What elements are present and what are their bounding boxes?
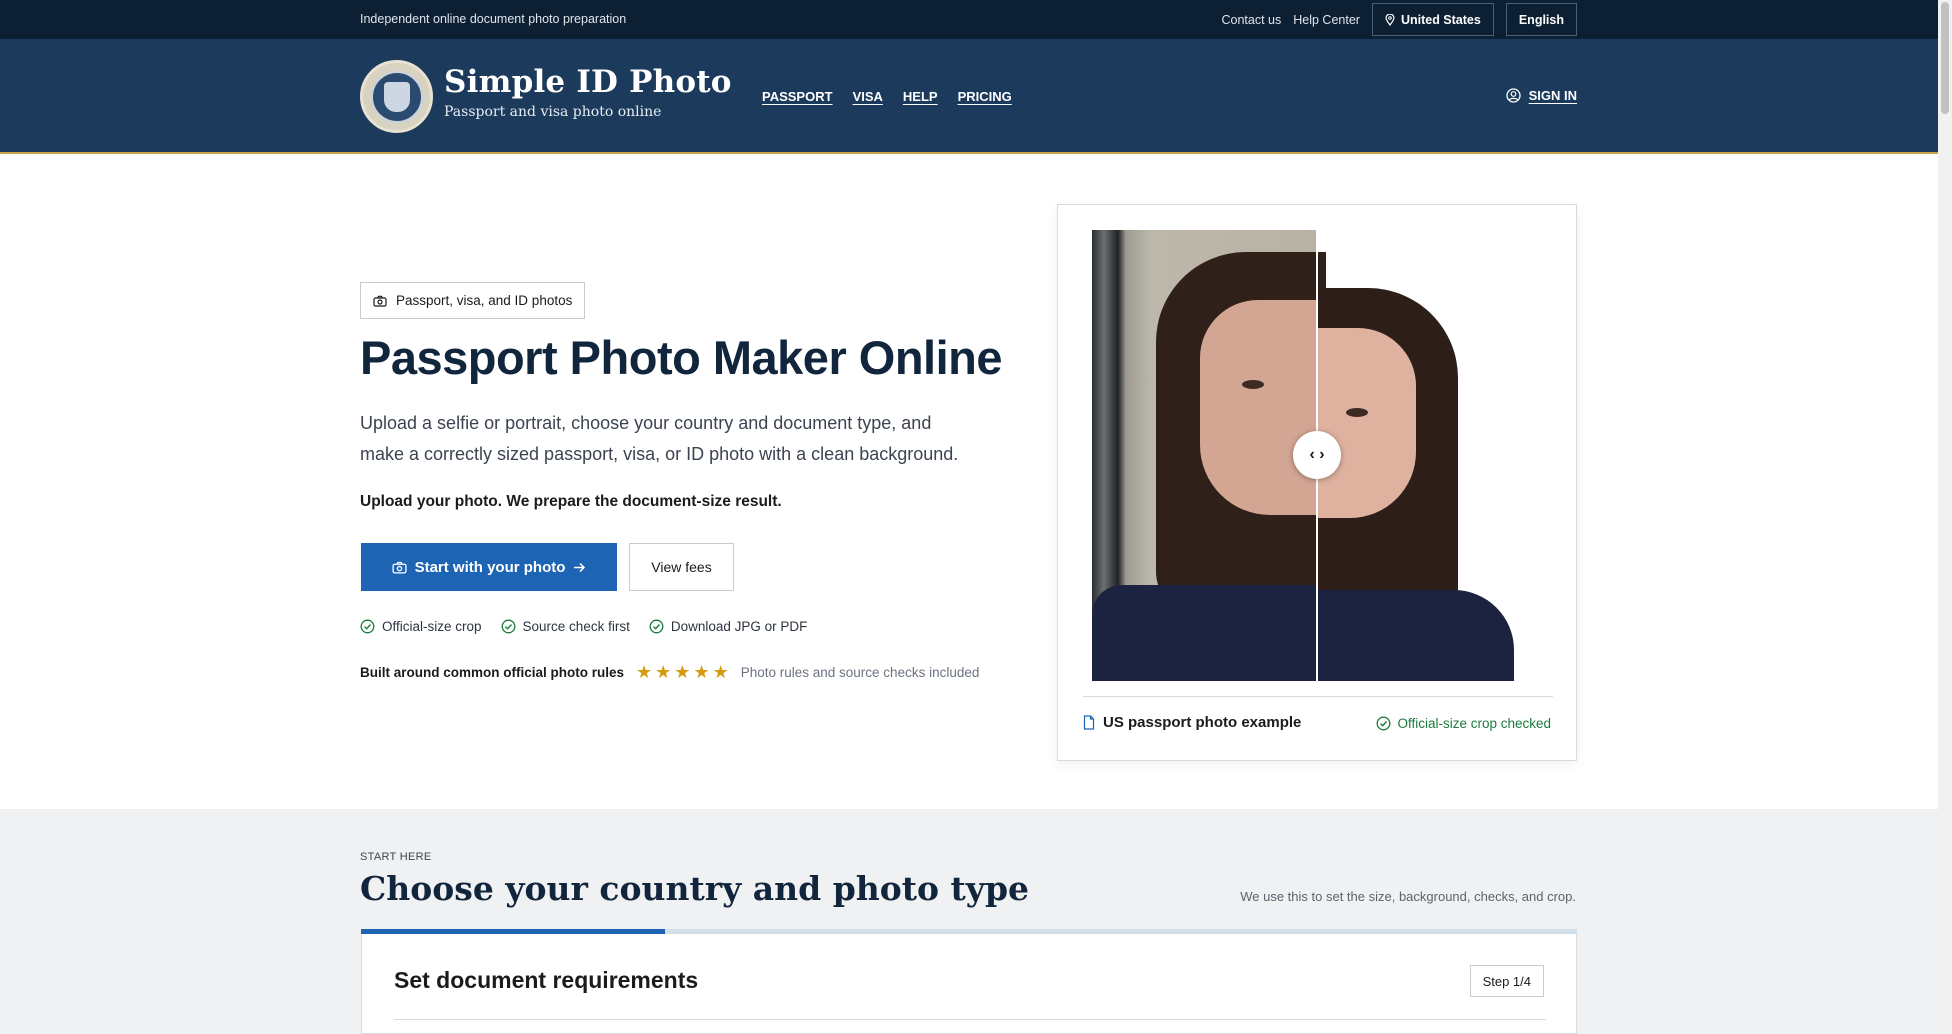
hero-description: Upload a selfie or portrait, choose your… <box>360 413 959 464</box>
section-eyebrow: START HERE <box>360 851 432 863</box>
contact-link[interactable]: Contact us <box>1221 13 1281 27</box>
page-title: Passport Photo Maker Online <box>360 331 1003 384</box>
brand-subtitle: Passport and visa photo online <box>444 104 662 120</box>
country-selector[interactable]: United States <box>1371 3 1494 36</box>
language-selector[interactable]: English <box>1505 3 1577 36</box>
check-item: Source check first <box>501 619 630 634</box>
page-scrollbar[interactable] <box>1938 0 1952 1034</box>
star-icon: ★ <box>655 662 672 682</box>
nav-help[interactable]: HELP <box>903 89 938 104</box>
hero-highlight: Upload your photo. We prepare the docume… <box>360 493 782 510</box>
feature-checks: Official-size crop Source check first Do… <box>360 619 807 634</box>
star-icon: ★ <box>693 662 710 682</box>
section-hint: We use this to set the size, background,… <box>1240 889 1576 904</box>
language-label: English <box>1518 12 1564 27</box>
category-badge: Passport, visa, and ID photos <box>360 282 586 319</box>
check-label: Source check first <box>522 619 630 634</box>
logo-seal[interactable] <box>360 60 433 133</box>
rating-note: Photo rules and source checks included <box>740 664 980 680</box>
check-circle-icon <box>501 619 515 634</box>
step-indicator: Step 1/4 <box>1469 965 1544 997</box>
nav-passport[interactable]: PASSPORT <box>762 89 833 104</box>
start-button-label: Start with your photo <box>414 558 566 576</box>
pin-icon <box>1385 13 1395 26</box>
crop-status: Official-size crop checked <box>1376 716 1551 731</box>
nav-visa[interactable]: VISA <box>853 89 883 104</box>
crop-status-label: Official-size crop checked <box>1397 716 1551 731</box>
star-rating: ★ ★ ★ ★ ★ <box>636 663 729 681</box>
brand-name: Simple ID Photo <box>444 64 732 100</box>
scrollbar-thumb[interactable] <box>1941 2 1949 114</box>
rating-label: Built around common official photo rules <box>360 664 625 680</box>
start-with-photo-button[interactable]: Start with your photo <box>361 543 617 591</box>
top-utility-bar: Independent online document photo prepar… <box>0 0 1952 39</box>
check-label: Download JPG or PDF <box>670 619 808 634</box>
star-icon: ★ <box>674 662 691 682</box>
site-header: Simple ID Photo Passport and visa photo … <box>0 39 1952 154</box>
brand[interactable]: Simple ID Photo Passport and visa photo … <box>444 64 732 120</box>
badge-label: Passport, visa, and ID photos <box>396 293 573 308</box>
star-icon: ★ <box>712 662 729 682</box>
compare-handle[interactable]: ‹ › <box>1293 431 1341 479</box>
requirements-panel: Set document requirements Step 1/4 <box>361 934 1577 1034</box>
view-fees-button[interactable]: View fees <box>629 543 734 591</box>
check-circle-icon <box>649 619 664 634</box>
check-circle-icon <box>360 619 375 634</box>
photo-example-card: US passport photo example Official-size … <box>1057 204 1577 761</box>
section-title: Choose your country and photo type <box>360 869 1030 908</box>
help-center-link[interactable]: Help Center <box>1293 13 1360 27</box>
check-item: Official-size crop <box>360 619 482 634</box>
camera-icon <box>373 295 387 307</box>
photo-caption: US passport photo example <box>1083 714 1301 731</box>
camera-icon <box>392 561 407 573</box>
rating-row: Built around common official photo rules… <box>360 663 979 681</box>
check-label: Official-size crop <box>382 619 482 634</box>
sign-in-link[interactable]: SIGN IN <box>1505 88 1577 103</box>
panel-title: Set document requirements <box>394 967 699 993</box>
star-icon: ★ <box>636 662 653 682</box>
document-icon <box>1083 715 1095 730</box>
check-item: Download JPG or PDF <box>649 619 808 634</box>
nav-pricing[interactable]: PRICING <box>958 89 1012 104</box>
arrow-right-icon <box>574 562 586 572</box>
country-label: United States <box>1400 12 1481 27</box>
tagline: Independent online document photo prepar… <box>360 12 627 26</box>
caption-label: US passport photo example <box>1103 714 1302 731</box>
compare-icon: ‹ › <box>1309 446 1325 463</box>
main-nav: PASSPORT VISA HELP PRICING <box>762 89 1012 104</box>
sign-in-label: SIGN IN <box>1528 88 1577 103</box>
check-circle-icon <box>1376 716 1391 731</box>
user-circle-icon <box>1505 88 1521 103</box>
utility-links: Contact us Help Center United States Eng… <box>1221 3 1577 36</box>
